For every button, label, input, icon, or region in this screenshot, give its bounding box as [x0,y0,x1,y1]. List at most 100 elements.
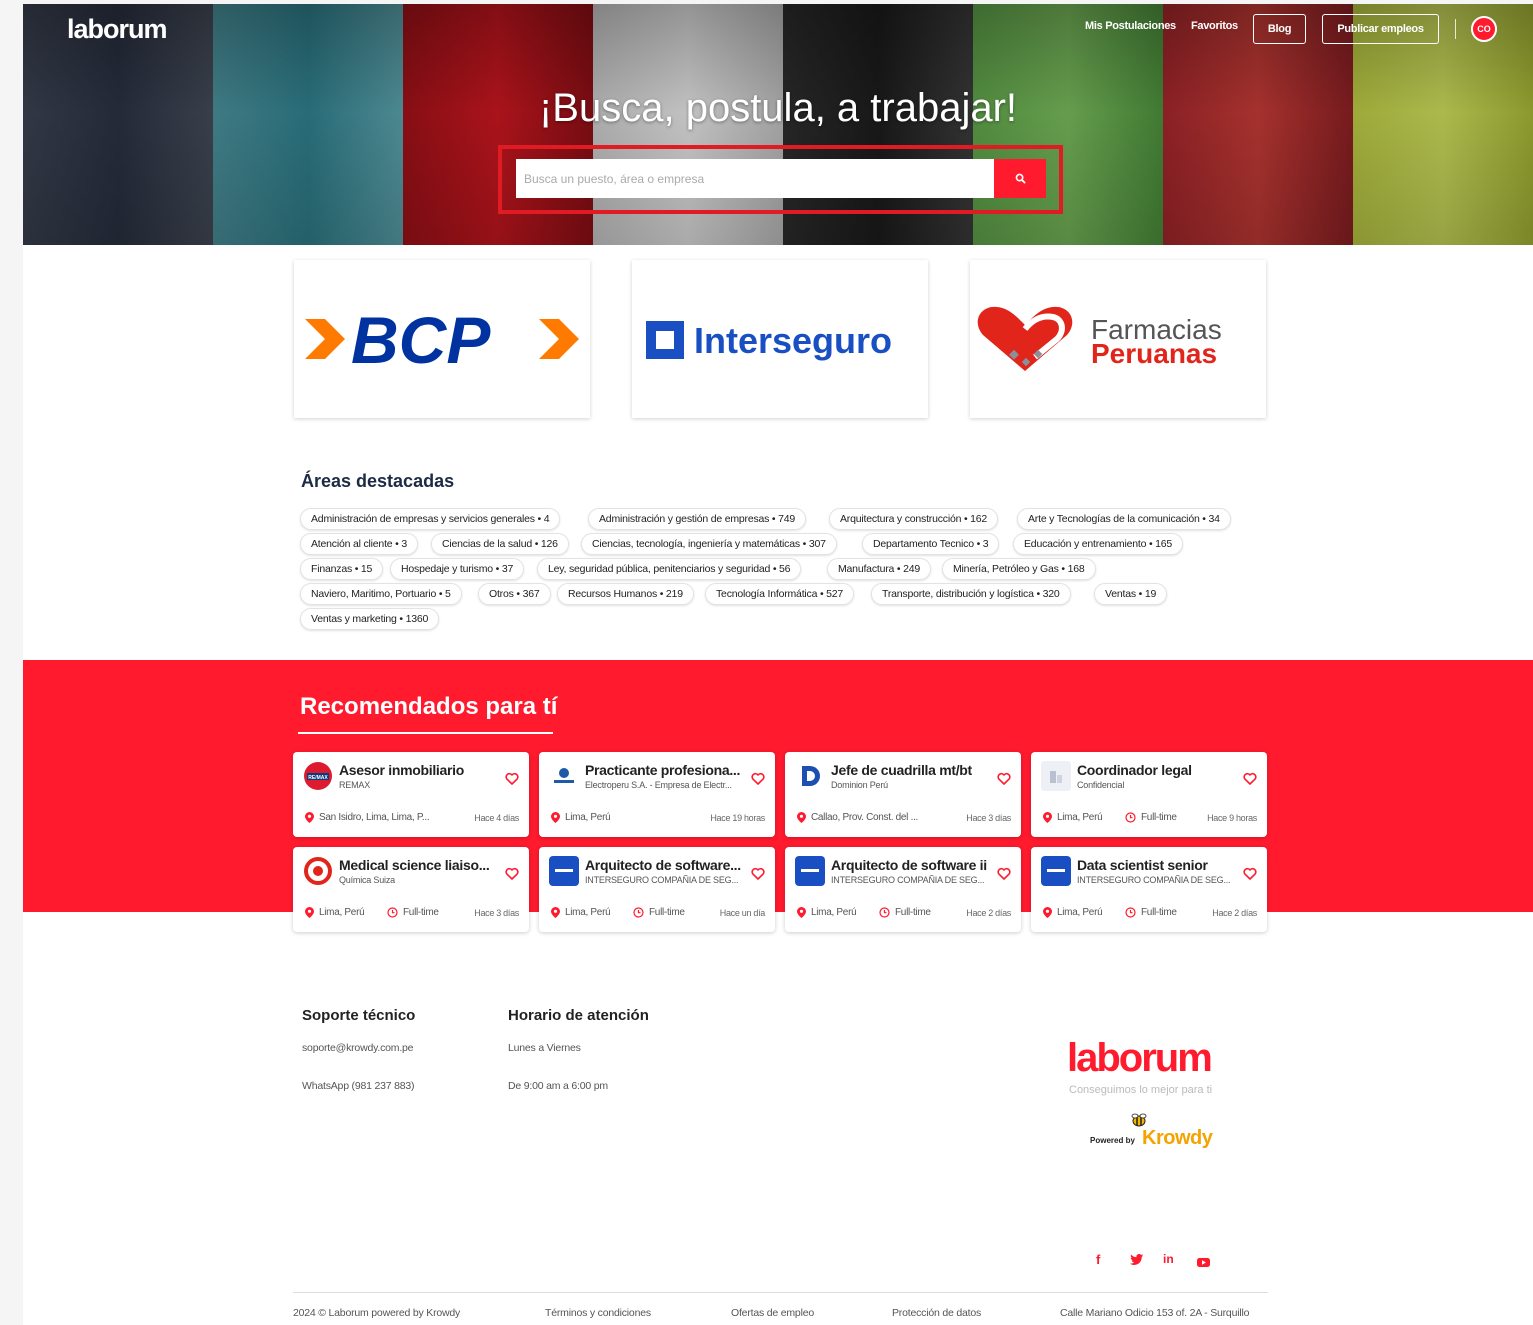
job-title[interactable]: Practicante profesiona... [585,762,745,778]
favorite-heart-icon[interactable] [997,772,1011,786]
youtube-icon[interactable] [1197,1255,1210,1270]
job-location-text: San Isidro, Lima, Lima, P... [319,812,430,823]
job-title[interactable]: Jefe de cuadrilla mt/bt [831,762,991,778]
company-card-interseguro[interactable]: Interseguro [632,260,928,418]
area-chip[interactable]: Administración y gestión de empresas • 7… [588,508,807,530]
job-posted-time: Hace 3 días [474,908,519,918]
job-posted-time: Hace 9 horas [1207,813,1257,823]
job-meta: Lima, Perú Full-time Hace 2 días [797,907,1011,921]
nav-blog-button[interactable]: Blog [1253,14,1306,44]
area-chip[interactable]: Otros • 367 [478,583,551,605]
search-input[interactable] [516,159,994,198]
job-card[interactable]: Arquitecto de software... INTERSEGURO COM… [539,847,775,932]
job-card[interactable]: Practicante profesiona... Electroperu S.A… [539,752,775,837]
job-title[interactable]: Data scientist senior [1077,857,1237,873]
job-location-text: Lima, Perú [1057,907,1103,918]
area-chip[interactable]: Recursos Humanos • 219 [557,583,694,605]
facebook-icon[interactable]: f [1096,1252,1100,1267]
interseguro-logo: Interseguro [645,320,892,361]
job-company: INTERSEGURO COMPAÑIA DE SEG... [585,875,739,885]
job-title[interactable]: Arquitecto de software ii [831,857,991,873]
job-company: INTERSEGURO COMPAÑIA DE SEG... [1077,875,1231,885]
area-chip[interactable]: Arquitectura y construcción • 162 [829,508,999,530]
hours-days: Lunes a Viernes [508,1042,581,1054]
job-posted-time: Hace 4 días [474,813,519,823]
user-avatar[interactable]: CO [1471,16,1497,42]
job-posted-time: Hace 2 días [1212,908,1257,918]
area-chip[interactable]: Tecnología Informática • 527 [705,583,855,605]
job-company: INTERSEGURO COMPAÑIA DE SEG... [831,875,985,885]
farmacias-peruanas-logo: Farmacias Peruanas [977,306,1222,371]
job-location: Lima, Perú [1043,907,1102,918]
area-chip[interactable]: Ciencias de la salud • 126 [431,533,569,555]
job-type: Full-time [1125,907,1177,918]
area-chip[interactable]: Ventas y marketing • 1360 [300,608,440,630]
footer-address: Calle Mariano Odicio 153 of. 2A - Surqui… [1060,1307,1250,1319]
favorite-heart-icon[interactable] [505,772,519,786]
search-button[interactable] [994,159,1046,198]
area-chip[interactable]: Transporte, distribución y logística • 3… [871,583,1071,605]
area-chip[interactable]: Ciencias, tecnología, ingeniería y matem… [581,533,837,555]
hero-title: ¡Busca, postula, a trabajar! [538,86,1018,130]
nav-my-applications[interactable]: Mis Postulaciones [1085,20,1176,32]
area-chip[interactable]: Ventas • 19 [1094,583,1168,605]
job-location: Lima, Perú [305,907,364,918]
area-chip[interactable]: Educación y entrenamiento • 165 [1013,533,1184,555]
interseguro-logo-text: Interseguro [694,320,892,361]
publish-jobs-button[interactable]: Publicar empleos [1322,14,1439,44]
area-chip[interactable]: Minería, Petróleo y Gas • 168 [942,558,1096,580]
support-whatsapp[interactable]: WhatsApp (981 237 883) [302,1080,415,1092]
job-type-label: Full-time [1141,907,1177,918]
area-chip[interactable]: Naviero, Maritimo, Portuario • 5 [300,583,462,605]
job-company: Dominion Perú [831,780,888,790]
job-location-text: Callao, Prov. Const. del ... [811,812,919,823]
job-title[interactable]: Medical science liaiso... [339,857,499,873]
job-title[interactable]: Arquitecto de software... [585,857,745,873]
footer-privacy-link[interactable]: Protección de datos [892,1307,981,1319]
favorite-heart-icon[interactable] [751,772,765,786]
job-card[interactable]: Jefe de cuadrilla mt/bt Dominion Perú Call… [785,752,1021,837]
favorite-heart-icon[interactable] [1243,867,1257,881]
linkedin-icon[interactable]: in [1163,1252,1174,1266]
company-card-farmacias-peruanas[interactable]: Farmacias Peruanas [970,260,1266,418]
job-location: Callao, Prov. Const. del ... [797,812,918,823]
area-chip[interactable]: Arte y Tecnologías de la comunicación • … [1017,508,1231,530]
job-card[interactable]: Medical science liaiso... Química Suiza Li… [293,847,529,932]
area-chip[interactable]: Finanzas • 15 [300,558,384,580]
job-location: Lima, Perú [1043,812,1102,823]
area-chip[interactable]: Manufactura • 249 [827,558,931,580]
support-email[interactable]: soporte@krowdy.com.pe [302,1042,414,1054]
job-card[interactable]: RE/MAX Asesor inmobiliario REMAX San Isidro… [293,752,529,837]
nav-favorites[interactable]: Favoritos [1191,20,1238,32]
favorite-heart-icon[interactable] [997,867,1011,881]
footer-terms-link[interactable]: Términos y condiciones [545,1307,651,1319]
bee-icon [1130,1113,1148,1127]
job-type: Full-time [1125,812,1177,823]
company-logo [303,856,333,886]
area-chip[interactable]: Atención al cliente • 3 [300,533,418,555]
area-chip[interactable]: Ley, seguridad pública, penitenciarios y… [537,558,802,580]
area-chip[interactable]: Hospedaje y turismo • 37 [390,558,525,580]
job-card[interactable]: Arquitecto de software ii INTERSEGURO COM… [785,847,1021,932]
job-posted-time: Hace 2 días [966,908,1011,918]
company-card-bcp[interactable]: BCP [294,260,590,418]
company-logo [549,856,579,886]
nav-divider [1455,19,1456,39]
twitter-icon[interactable] [1130,1253,1143,1268]
job-title[interactable]: Asesor inmobiliario [339,762,499,778]
favorite-heart-icon[interactable] [1243,772,1257,786]
job-meta: Lima, Perú Full-time Hace 9 horas [1043,812,1257,826]
search-icon [1015,173,1026,184]
brand-logo[interactable]: laborum [67,14,168,45]
footer-job-offers-link[interactable]: Ofertas de empleo [731,1307,814,1319]
job-location: Lima, Perú [551,812,610,823]
favorite-heart-icon[interactable] [505,867,519,881]
job-title[interactable]: Coordinador legal [1077,762,1237,778]
job-card[interactable]: Data scientist senior INTERSEGURO COMPAÑI… [1031,847,1267,932]
job-type-label: Full-time [1141,812,1177,823]
job-card[interactable]: Coordinador legal Confidencial Lima, Perú F… [1031,752,1267,837]
favorite-heart-icon[interactable] [751,867,765,881]
job-meta: San Isidro, Lima, Lima, P... Hace 4 días [305,812,519,826]
area-chip[interactable]: Administración de empresas y servicios g… [300,508,561,530]
area-chip[interactable]: Departamento Tecnico • 3 [862,533,1000,555]
